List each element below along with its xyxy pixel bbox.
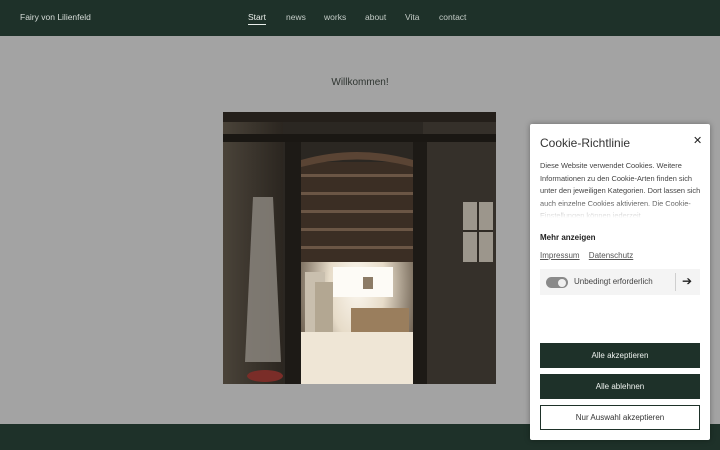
datenschutz-link[interactable]: Datenschutz [589, 251, 633, 260]
impressum-link[interactable]: Impressum [540, 251, 580, 260]
close-icon[interactable]: ✕ [693, 134, 702, 147]
nav-works[interactable]: works [324, 12, 346, 22]
cookie-description: Diese Website verwendet Cookies. Weitere… [540, 160, 702, 218]
text-fade [540, 200, 702, 218]
main-nav: Start news works about Vita contact [0, 0, 720, 36]
accept-selection-button[interactable]: Nur Auswahl akzeptieren [540, 405, 700, 430]
cookie-title: Cookie-Richtlinie [540, 136, 631, 150]
nav-vita[interactable]: Vita [405, 12, 420, 22]
accept-all-button[interactable]: Alle akzeptieren [540, 343, 700, 368]
nav-news[interactable]: news [286, 12, 306, 22]
hero-photo [223, 112, 496, 384]
top-navigation-bar: Fairy von Lilienfeld Start news works ab… [0, 0, 720, 36]
welcome-heading: Willkommen! [331, 77, 389, 88]
nav-start[interactable]: Start [248, 12, 266, 25]
show-more-button[interactable]: Mehr anzeigen [540, 233, 596, 242]
toggle-knob [558, 278, 566, 287]
barn-interior-image [223, 112, 496, 384]
nav-contact[interactable]: contact [439, 12, 466, 22]
required-toggle[interactable] [546, 277, 568, 288]
legal-links: Impressum Datenschutz [540, 251, 640, 260]
nav-about[interactable]: about [365, 12, 386, 22]
row-divider [675, 273, 676, 291]
cookie-consent-panel: Cookie-Richtlinie ✕ Diese Website verwen… [530, 124, 710, 440]
category-required[interactable]: Unbedingt erforderlich ➔ [540, 269, 700, 295]
category-label: Unbedingt erforderlich [574, 277, 653, 286]
reject-all-button[interactable]: Alle ablehnen [540, 374, 700, 399]
arrow-right-icon[interactable]: ➔ [682, 274, 692, 288]
